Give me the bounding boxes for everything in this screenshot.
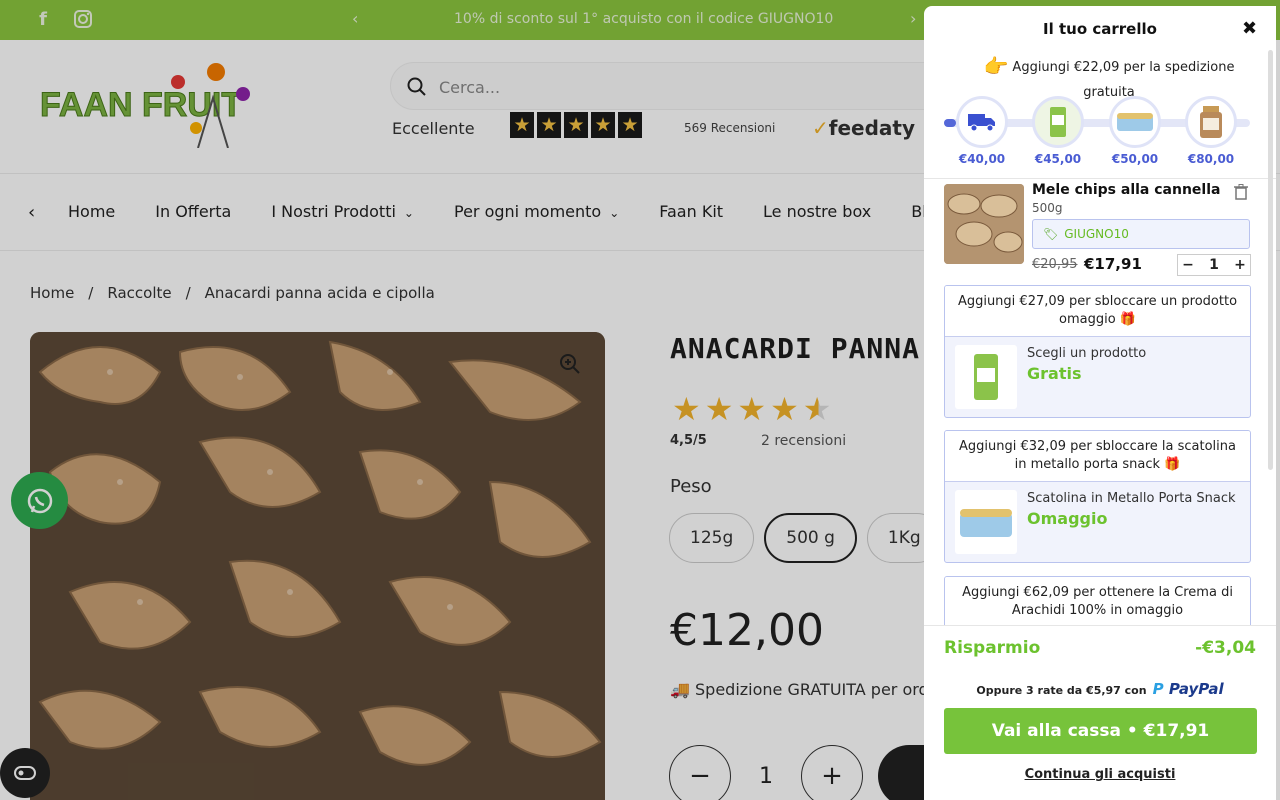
truck-icon [956,96,1008,148]
cart-drawer: Il tuo carrello ✖ 👉 Aggiungi €22,09 per l… [924,6,1276,800]
close-icon[interactable]: ✖ [1242,18,1257,39]
tin-box-icon [955,490,1017,554]
cart-scrollbar[interactable] [1268,50,1273,470]
cart-quantity-stepper: − 1 + [1177,254,1251,276]
offer-value: Gratis [1027,364,1082,383]
milestone-tin: €50,00 [1107,96,1163,166]
cart-qty-value[interactable]: 1 [1204,257,1224,273]
product-page: f ‹ 10% di sconto sul 1° acquisto con il… [0,0,1280,800]
cart-item-image[interactable] [944,184,1024,264]
paypal-logo: P PayPal [1152,680,1224,698]
cart-divider [924,178,1276,179]
savings-label: Risparmio [944,638,1041,658]
offer-label: Scegli un prodotto [1027,346,1147,361]
savings-value: -€3,04 [1195,638,1256,658]
offer-value: Omaggio [1027,509,1108,528]
cart-title: Il tuo carrello [1043,20,1157,38]
cart-summary: Risparmio -€3,04 Oppure 3 rate da €5,97 … [924,625,1276,800]
cart-item-weight: 500g [1032,201,1063,215]
cart-qty-plus-button[interactable]: + [1230,257,1250,273]
offer-label: Scatolina in Metallo Porta Snack [1027,491,1236,506]
offer-heading: Aggiungi €27,09 per sbloccare un prodott… [945,286,1250,337]
jar-icon [1185,96,1237,148]
checkout-button[interactable]: Vai alla cassa • €17,91 [944,708,1257,754]
continue-shopping-link[interactable]: Continua gli acquisti [924,767,1276,782]
offer-tin-box[interactable]: Aggiungi €32,09 per sbloccare la scatoli… [944,430,1251,563]
milestone-jar: €80,00 [1183,96,1239,166]
offer-heading: Aggiungi €62,09 per ottenere la Crema di… [945,577,1250,627]
product-bag-icon [955,345,1017,409]
cart-item-old-price: €20,95 [1032,257,1078,272]
offer-heading: Aggiungi €32,09 per sbloccare la scatoli… [945,431,1250,482]
milestone-shipping: €40,00 [954,96,1010,166]
tag-icon: 🏷 [1043,227,1059,241]
paypal-installments[interactable]: Oppure 3 rate da €5,97 con P PayPal [924,680,1276,698]
cart-coupon-badge: 🏷 GIUGNO10 [1032,219,1250,249]
pointing-hand-icon: 👉 [983,54,1009,78]
cart-qty-minus-button[interactable]: − [1178,257,1198,273]
cart-item-name[interactable]: Mele chips alla cannella [1032,182,1220,198]
offer-free-product[interactable]: Aggiungi €27,09 per sbloccare un prodott… [944,285,1251,418]
tin-icon [1109,96,1161,148]
trash-icon[interactable] [1234,184,1248,204]
bag-icon [1032,96,1084,148]
cart-item-price: €17,91 [1084,255,1142,273]
milestone-bag: €45,00 [1030,96,1086,166]
